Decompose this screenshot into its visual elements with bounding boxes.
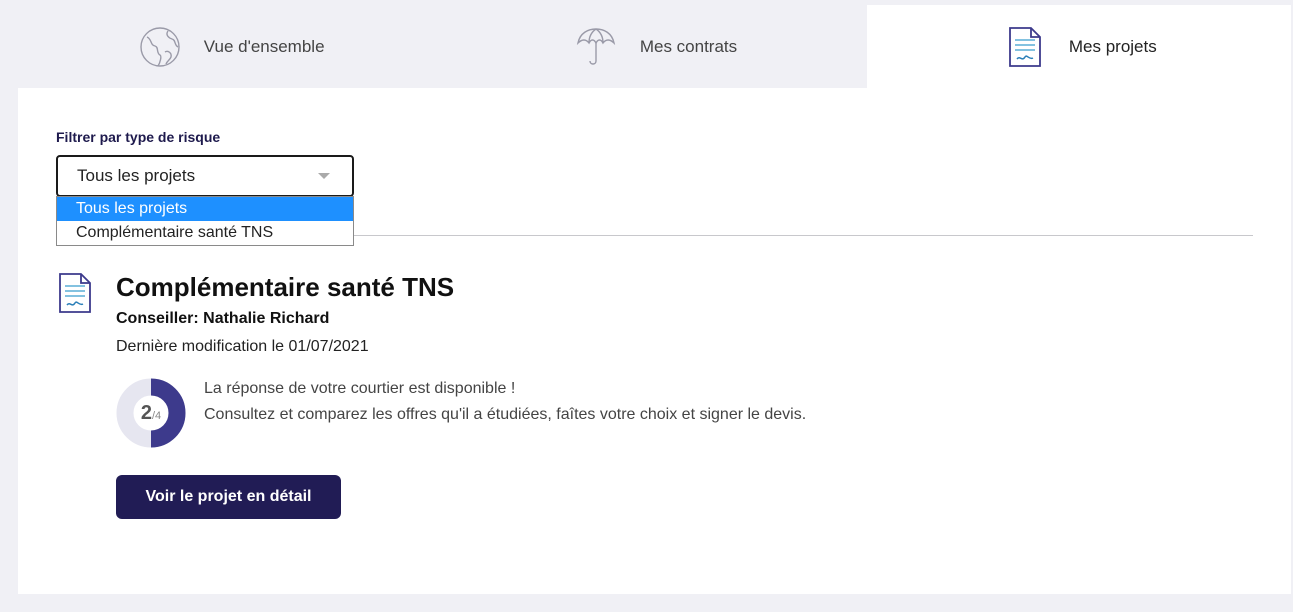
document-icon — [1001, 23, 1049, 71]
project-advisor: Conseiller: Nathalie Richard — [116, 310, 330, 327]
tab-label: Vue d'ensemble — [203, 36, 325, 56]
progress-current: 2 — [140, 401, 152, 424]
last-modified: Dernière modification le 01/07/2021 — [116, 338, 369, 355]
project-message: La réponse de votre courtier est disponi… — [204, 376, 806, 428]
progress-total: /4 — [151, 410, 162, 422]
tab-bar: Vue d'ensemble Mes contrats Mes projets — [18, 5, 1291, 88]
document-icon — [58, 272, 94, 316]
option-complementaire-sante[interactable]: Complémentaire santé TNS — [57, 221, 353, 245]
risk-type-dropdown: Tous les projets Complémentaire santé TN… — [56, 196, 354, 246]
risk-type-select[interactable]: Tous les projets — [56, 155, 354, 197]
tab-overview[interactable]: Vue d'ensemble — [18, 5, 443, 88]
filter-label: Filtrer par type de risque — [56, 129, 221, 145]
chevron-down-icon — [318, 173, 330, 179]
message-line: La réponse de votre courtier est disponi… — [204, 380, 516, 397]
tab-label: Mes contrats — [639, 36, 738, 56]
projects-panel: Filtrer par type de risque Tous les proj… — [18, 88, 1291, 594]
project-title: Complémentaire santé TNS — [116, 272, 455, 302]
globe-icon — [136, 23, 184, 71]
umbrella-icon — [572, 23, 620, 71]
view-project-button[interactable]: Voir le projet en détail — [116, 475, 341, 519]
select-value: Tous les projets — [77, 166, 196, 185]
option-all-projects[interactable]: Tous les projets — [57, 197, 353, 221]
progress-ring: 2 /4 — [116, 378, 186, 448]
message-line: Consultez et comparez les offres qu'il a… — [204, 406, 807, 423]
tab-label: Mes projets — [1068, 36, 1157, 56]
tab-projects[interactable]: Mes projets — [866, 5, 1291, 88]
tab-contracts[interactable]: Mes contrats — [442, 5, 867, 88]
